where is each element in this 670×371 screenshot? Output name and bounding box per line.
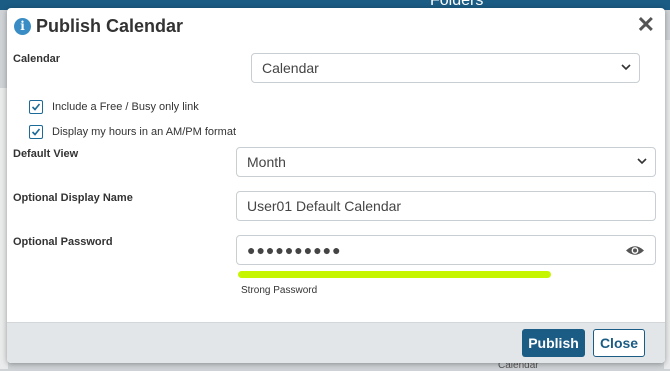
password-strength-text: Strong Password bbox=[241, 285, 318, 296]
calendar-select[interactable]: Calendar bbox=[251, 53, 640, 83]
chevron-down-icon bbox=[621, 64, 631, 71]
default-view-label: Default View bbox=[13, 148, 79, 160]
free-busy-option[interactable]: Include a Free / Busy only link bbox=[29, 100, 199, 114]
dialog-title-row: i Publish Calendar bbox=[14, 14, 183, 38]
publish-button[interactable]: Publish bbox=[522, 329, 585, 357]
ampm-label: Display my hours in an AM/PM format bbox=[52, 126, 237, 138]
display-name-label: Optional Display Name bbox=[13, 192, 133, 204]
calendar-label: Calendar bbox=[13, 53, 61, 65]
close-button[interactable]: Close bbox=[593, 329, 645, 357]
password-label: Optional Password bbox=[13, 236, 113, 248]
ampm-option[interactable]: Display my hours in an AM/PM format bbox=[29, 125, 236, 139]
default-view-value: Month bbox=[247, 154, 286, 170]
chevron-down-icon bbox=[637, 158, 647, 165]
dialog-title: Publish Calendar bbox=[36, 15, 184, 36]
eye-icon[interactable] bbox=[625, 244, 645, 257]
display-name-value: User01 Default Calendar bbox=[247, 198, 402, 214]
close-icon[interactable]: ✕ bbox=[637, 14, 655, 36]
display-name-input[interactable]: User01 Default Calendar bbox=[236, 191, 656, 221]
password-value: ●●●●●●●●●● bbox=[247, 242, 342, 258]
password-strength-bar bbox=[238, 271, 551, 278]
info-icon: i bbox=[14, 17, 31, 35]
password-input[interactable]: ●●●●●●●●●● bbox=[236, 235, 656, 265]
free-busy-label: Include a Free / Busy only link bbox=[52, 101, 199, 113]
publish-calendar-dialog: i Publish Calendar ✕ Calendar Calendar I… bbox=[7, 8, 665, 363]
dialog-footer: Publish Close bbox=[7, 322, 665, 363]
calendar-select-value: Calendar bbox=[262, 60, 319, 76]
default-view-select[interactable]: Month bbox=[236, 147, 656, 177]
check-icon bbox=[31, 128, 41, 136]
free-busy-checkbox[interactable] bbox=[29, 100, 43, 114]
ampm-checkbox[interactable] bbox=[29, 125, 43, 139]
check-icon bbox=[31, 103, 41, 111]
